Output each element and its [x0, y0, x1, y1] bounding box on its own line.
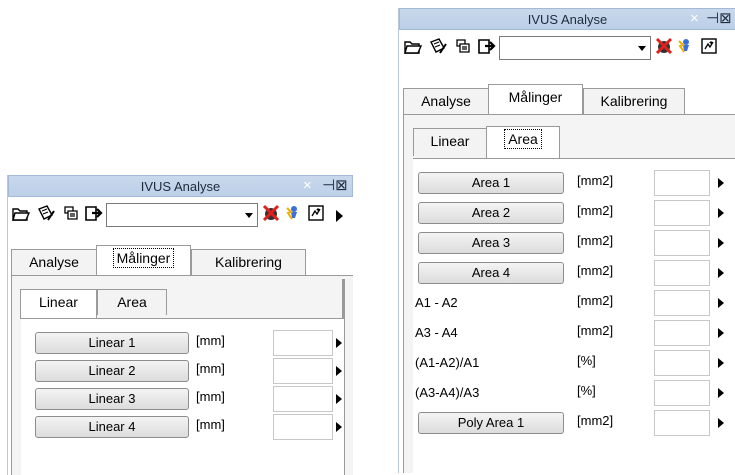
- expand-arrow-icon[interactable]: [718, 238, 724, 248]
- measure-button-area-4[interactable]: Area 4: [418, 262, 564, 284]
- tab-analyse[interactable]: Analyse: [403, 88, 489, 114]
- value-field[interactable]: [273, 414, 333, 440]
- lightning-person-icon[interactable]: [674, 36, 694, 58]
- expand-arrow-icon[interactable]: [336, 338, 342, 348]
- value-field[interactable]: [654, 260, 710, 286]
- panel-title: IVUS Analyse: [527, 12, 608, 27]
- row-label: (A3-A4)/A3: [415, 385, 480, 400]
- value-field[interactable]: [273, 386, 333, 412]
- lightning-person-icon[interactable]: [282, 203, 302, 225]
- measure-button-area-3[interactable]: Area 3: [418, 232, 564, 254]
- unit-label: [mm]: [196, 361, 225, 376]
- unit-label: [%]: [577, 383, 596, 398]
- layers-icon[interactable]: [61, 203, 81, 225]
- expand-arrow-icon[interactable]: [718, 418, 724, 428]
- subtab-linear[interactable]: Linear: [413, 128, 487, 156]
- expand-arrow-icon[interactable]: [718, 208, 724, 218]
- value-field[interactable]: [273, 330, 333, 356]
- area-subtab-content: Area 1 [mm2] Area 2 [mm2] Area 3 [mm2] Area 4 […: [413, 158, 735, 473]
- unit-label: [mm2]: [577, 263, 614, 278]
- series-combo[interactable]: [106, 203, 258, 227]
- unit-label: [mm]: [196, 389, 225, 404]
- chevron-down-icon[interactable]: [638, 46, 646, 51]
- tab-analyse[interactable]: Analyse: [11, 249, 97, 275]
- row-label: A3 - A4: [415, 325, 458, 340]
- tab-kalibrering[interactable]: Kalibrering: [191, 249, 306, 275]
- panel-title-bar[interactable]: IVUS Analyse × ⊣⊠: [8, 175, 353, 197]
- value-field[interactable]: [654, 290, 710, 316]
- pin-icon[interactable]: ⊣⊠: [322, 177, 348, 195]
- panel-title: IVUS Analyse: [140, 179, 221, 194]
- unit-label: [mm2]: [577, 173, 614, 188]
- export-icon[interactable]: [84, 203, 104, 225]
- calculator-icon[interactable]: [306, 203, 326, 225]
- subtab-area[interactable]: Area: [97, 289, 167, 315]
- value-field[interactable]: [654, 410, 710, 436]
- ivus-analyse-panel-right: IVUS Analyse × ⊣⊠ Analyse Målinger Kalib…: [398, 8, 735, 473]
- layers-icon[interactable]: [453, 36, 473, 58]
- value-field[interactable]: [654, 350, 710, 376]
- value-field[interactable]: [654, 380, 710, 406]
- measure-button-linear-4[interactable]: Linear 4: [35, 416, 189, 438]
- value-field[interactable]: [654, 170, 710, 196]
- unit-label: [mm2]: [577, 323, 614, 338]
- value-field[interactable]: [273, 358, 333, 384]
- series-combo[interactable]: [499, 36, 651, 60]
- chevron-down-icon[interactable]: [245, 213, 253, 218]
- subtab-area[interactable]: Area: [486, 126, 560, 159]
- pin-icon[interactable]: ⊣⊠: [706, 10, 732, 28]
- toolbar: [399, 34, 735, 62]
- open-folder-icon[interactable]: [11, 203, 31, 225]
- measure-button-area-2[interactable]: Area 2: [418, 202, 564, 224]
- expand-arrow-icon[interactable]: [718, 178, 724, 188]
- expand-arrow-icon[interactable]: [336, 394, 342, 404]
- close-icon[interactable]: ×: [690, 10, 699, 28]
- panel-title-bar[interactable]: IVUS Analyse × ⊣⊠: [399, 8, 735, 30]
- expand-arrow-icon[interactable]: [718, 298, 724, 308]
- measure-button-linear-1[interactable]: Linear 1: [35, 332, 189, 354]
- tab-malinger[interactable]: Målinger: [488, 84, 583, 115]
- expand-arrow-icon[interactable]: [718, 268, 724, 278]
- export-icon[interactable]: [477, 36, 497, 58]
- expand-arrow-icon[interactable]: [336, 422, 342, 432]
- unit-label: [mm2]: [577, 203, 614, 218]
- measure-button-linear-3[interactable]: Linear 3: [35, 388, 189, 410]
- linear-subtab-content: Linear 1 [mm] Linear 2 [mm] Linear 3 [mm] Line…: [21, 318, 344, 475]
- expand-arrow-icon[interactable]: [718, 328, 724, 338]
- subtab-linear[interactable]: Linear: [20, 289, 97, 319]
- value-field[interactable]: [654, 230, 710, 256]
- measure-button-linear-2[interactable]: Linear 2: [35, 360, 189, 382]
- edit-document-icon[interactable]: [428, 36, 448, 58]
- value-field[interactable]: [654, 200, 710, 226]
- unit-label: [mm]: [196, 417, 225, 432]
- value-field[interactable]: [654, 320, 710, 346]
- tab-malinger[interactable]: Målinger: [96, 245, 191, 276]
- stop-measure-icon[interactable]: [654, 36, 674, 58]
- row-label: A1 - A2: [415, 295, 458, 310]
- unit-label: [%]: [577, 353, 596, 368]
- toolbar: [8, 201, 353, 229]
- unit-label: [mm2]: [577, 413, 614, 428]
- measure-button-area-1[interactable]: Area 1: [418, 172, 564, 194]
- ivus-analyse-panel-left: IVUS Analyse × ⊣⊠ Analyse Målinger Kalib…: [7, 175, 353, 475]
- stop-measure-icon[interactable]: [261, 203, 281, 225]
- calculator-icon[interactable]: [699, 36, 719, 58]
- expand-arrow-icon[interactable]: [718, 388, 724, 398]
- tab-kalibrering[interactable]: Kalibrering: [583, 88, 685, 114]
- unit-label: [mm2]: [577, 233, 614, 248]
- expand-arrow-icon[interactable]: [718, 358, 724, 368]
- toolbar-overflow-icon[interactable]: [336, 210, 343, 222]
- expand-arrow-icon[interactable]: [336, 366, 342, 376]
- close-icon[interactable]: ×: [303, 177, 312, 195]
- unit-label: [mm2]: [577, 293, 614, 308]
- measure-button-poly-area-1[interactable]: Poly Area 1: [418, 412, 564, 434]
- row-label: (A1-A2)/A1: [415, 355, 480, 370]
- edit-document-icon[interactable]: [36, 203, 56, 225]
- open-folder-icon[interactable]: [403, 36, 423, 58]
- unit-label: [mm]: [196, 333, 225, 348]
